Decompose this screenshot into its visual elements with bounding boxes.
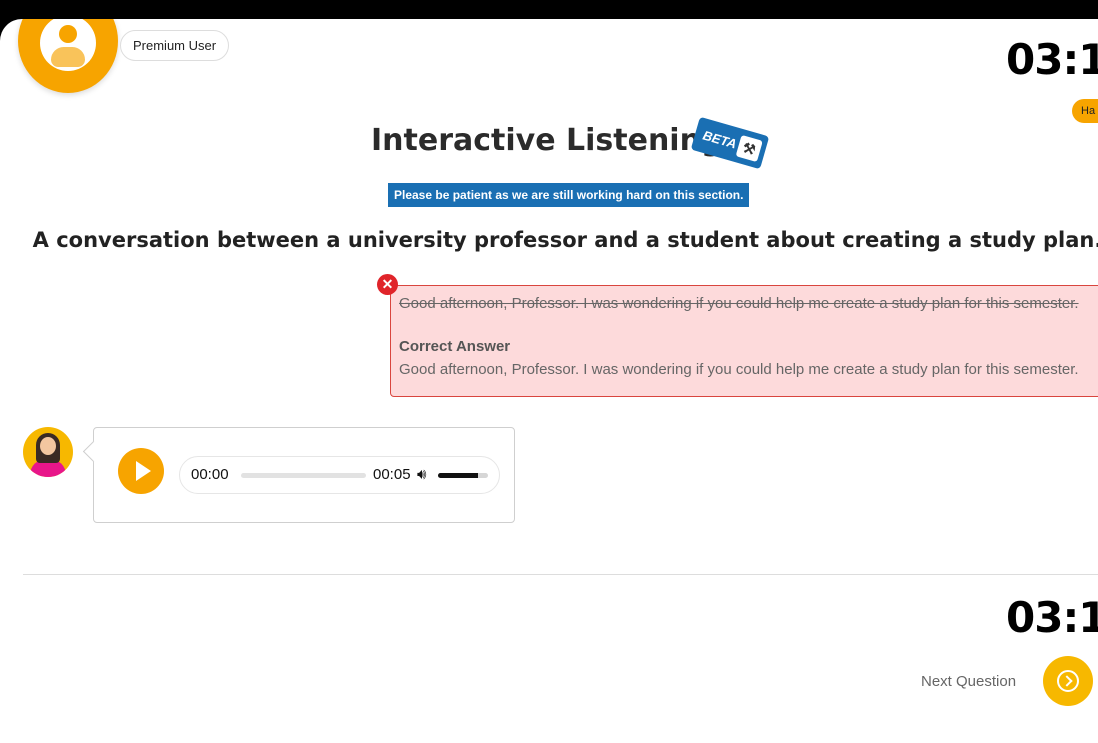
avatar-face (40, 437, 56, 455)
question-prompt: A conversation between a university prof… (32, 228, 1098, 252)
countdown-timer-top: 03:1 (1006, 35, 1098, 84)
audio-message-bubble: 00:00 00:05 🔊︎ (93, 427, 515, 523)
speaker-avatar (23, 427, 73, 477)
audio-progress-track[interactable] (241, 473, 366, 478)
volume-fill (438, 473, 478, 478)
page: Premium User 03:1 Ha Interactive Listeni… (0, 19, 1098, 743)
audio-current-time: 00:00 (191, 466, 229, 483)
premium-user-badge: Premium User (120, 30, 230, 61)
countdown-timer-bottom: 03:1 (1006, 593, 1098, 642)
beta-label: BETA (701, 127, 739, 152)
audio-duration: 00:05 (373, 466, 411, 483)
audio-player[interactable]: 00:00 00:05 🔊︎ (179, 456, 500, 494)
page-title: Interactive Listening (371, 123, 723, 158)
tag-pill[interactable]: Ha (1072, 99, 1098, 123)
chevron-right-circle-icon (1057, 670, 1079, 692)
user-answer: Good afternoon, Professor. I was wonderi… (399, 295, 1079, 312)
next-question-button[interactable] (1043, 656, 1093, 706)
beta-notice: Please be patient as we are still workin… (388, 183, 750, 207)
correct-answer-label: Correct Answer (399, 338, 511, 355)
user-avatar-icon[interactable] (18, 19, 118, 93)
user-avatar-inner (40, 19, 96, 71)
volume-slider[interactable] (438, 473, 488, 478)
play-icon[interactable] (118, 448, 164, 494)
avatar-head (59, 25, 77, 43)
answer-feedback-box: Good afternoon, Professor. I was wonderi… (390, 285, 1098, 397)
avatar-body (51, 47, 85, 67)
next-question-label[interactable]: Next Question (921, 673, 1016, 690)
tools-icon: ⚒ (735, 134, 763, 163)
beta-badge: BETA ⚒ (690, 116, 770, 170)
correct-answer-text: Good afternoon, Professor. I was wonderi… (399, 361, 1079, 378)
divider (23, 574, 1098, 575)
close-circle-icon: ✕ (377, 274, 398, 295)
volume-icon[interactable]: 🔊︎ (417, 466, 426, 483)
